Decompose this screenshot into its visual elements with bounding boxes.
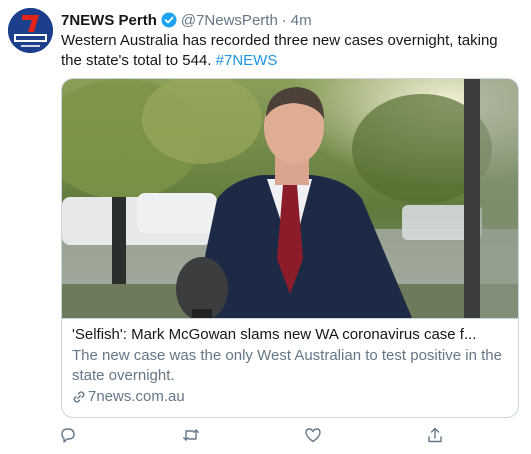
author-name[interactable]: 7NEWS Perth: [61, 12, 157, 29]
link-card[interactable]: 'Selfish': Mark McGowan slams new WA cor…: [61, 78, 519, 418]
card-description: The new case was the only West Australia…: [72, 347, 502, 384]
tweet-text: Western Australia has recorded three new…: [61, 31, 521, 71]
card-domain: 7news.com.au: [72, 387, 508, 407]
tweet-actions: [57, 424, 457, 446]
reply-button[interactable]: [57, 424, 79, 446]
card-body: 'Selfish': Mark McGowan slams new WA cor…: [62, 318, 518, 417]
heart-icon: [305, 428, 321, 443]
tweet-body: Western Australia has recorded three new…: [61, 32, 498, 69]
link-icon: [72, 390, 86, 404]
7news-logo-icon: [8, 8, 53, 53]
share-button[interactable]: [424, 424, 446, 446]
card-image: [62, 79, 518, 318]
card-title: 'Selfish': Mark McGowan slams new WA cor…: [72, 326, 477, 343]
verified-badge-icon: [161, 12, 177, 28]
retweet-icon: [183, 429, 199, 441]
tweet[interactable]: 7NEWS Perth @7NewsPerth · 4m Western Aus…: [0, 0, 531, 454]
avatar[interactable]: [8, 8, 53, 53]
hashtag-link[interactable]: #7NEWS: [216, 52, 278, 69]
separator-dot: ·: [281, 11, 287, 29]
reply-icon: [61, 428, 75, 443]
tweet-header: 7NEWS Perth @7NewsPerth · 4m: [61, 10, 312, 30]
card-domain-text: 7news.com.au: [88, 388, 185, 405]
share-icon: [428, 427, 442, 443]
like-button[interactable]: [302, 424, 324, 446]
retweet-button[interactable]: [180, 424, 202, 446]
timestamp[interactable]: 4m: [291, 12, 312, 29]
author-handle[interactable]: @7NewsPerth: [181, 12, 278, 29]
